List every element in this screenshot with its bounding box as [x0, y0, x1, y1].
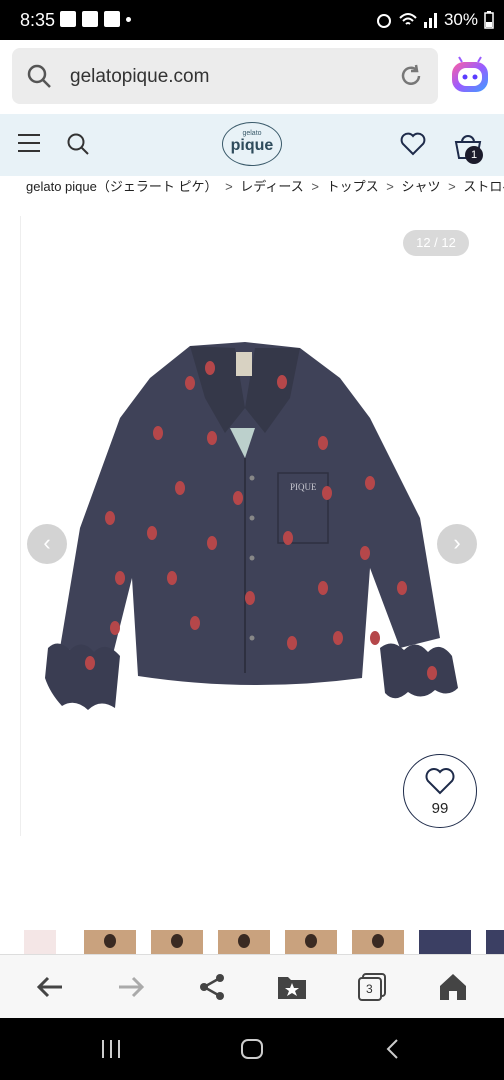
- breadcrumb-separator: >: [225, 179, 233, 194]
- thumbnail-item[interactable]: [352, 930, 404, 954]
- previous-image-button[interactable]: ‹: [27, 524, 67, 564]
- image-counter: 12 / 12: [403, 230, 469, 256]
- thumbnail-item[interactable]: [218, 930, 270, 954]
- forward-arrow-icon[interactable]: [115, 971, 147, 1003]
- svg-text:PIQUE: PIQUE: [290, 482, 317, 492]
- hamburger-menu-icon[interactable]: [18, 134, 40, 152]
- breadcrumb-separator: >: [386, 179, 394, 194]
- home-notification-icon: [82, 11, 98, 27]
- breadcrumb-item-current: ストロベ: [463, 179, 504, 194]
- thumbnail-item[interactable]: [84, 930, 136, 954]
- site-logo[interactable]: gelato pique: [222, 122, 282, 166]
- status-time: 8:35: [20, 10, 56, 30]
- like-count: 99: [431, 800, 449, 817]
- site-search-icon[interactable]: [66, 132, 90, 156]
- status-bar: 8:35 30%: [0, 0, 504, 40]
- signal-icon: [423, 13, 437, 28]
- breadcrumb-item-shirts[interactable]: シャツ: [401, 179, 440, 194]
- address-bar[interactable]: gelatopique.com: [12, 48, 438, 104]
- product-image-shirt: PIQUE: [45, 342, 458, 710]
- back-arrow-icon[interactable]: [34, 971, 66, 1003]
- thumbnail-item[interactable]: [419, 930, 471, 954]
- breadcrumb-item-ladies[interactable]: レディース: [240, 179, 303, 194]
- alarm-icon: [376, 14, 391, 28]
- thumbnail-item[interactable]: [151, 930, 203, 954]
- browser-bottom-nav: 3: [0, 954, 504, 1018]
- gallery-icon: [60, 11, 76, 27]
- wifi-icon: [399, 13, 417, 25]
- thumbnail-strip: [0, 926, 504, 954]
- back-button-icon[interactable]: [382, 1038, 404, 1060]
- battery-icon: [484, 11, 494, 29]
- breadcrumb: gelato pique（ジェラート ピケ） > レディース > トップス > …: [26, 176, 504, 200]
- cart-count-badge: 1: [465, 146, 483, 164]
- site-header: gelato pique: [0, 114, 504, 176]
- share-icon[interactable]: [196, 971, 228, 1003]
- thumbnail-item[interactable]: [285, 930, 337, 954]
- tabs-count: 3: [366, 982, 373, 996]
- like-button[interactable]: 99: [403, 754, 477, 828]
- thumbnail-item[interactable]: [24, 930, 56, 954]
- more-notifications-icon: [126, 17, 131, 22]
- home-button-icon[interactable]: [240, 1038, 264, 1060]
- favorites-heart-icon[interactable]: [400, 132, 426, 156]
- bookmarks-icon[interactable]: [276, 971, 308, 1003]
- thumbnail-item[interactable]: [486, 930, 504, 954]
- home-icon[interactable]: [437, 971, 469, 1003]
- breadcrumb-separator: >: [448, 179, 456, 194]
- breadcrumb-separator: >: [311, 179, 319, 194]
- reload-icon[interactable]: [398, 63, 424, 89]
- system-navigation-bar: [0, 1018, 504, 1080]
- news-icon: [104, 11, 120, 27]
- heart-icon: [425, 768, 455, 795]
- battery-percent: 30%: [443, 10, 478, 29]
- breadcrumb-item-tops[interactable]: トップス: [327, 179, 379, 194]
- recent-apps-icon[interactable]: [100, 1038, 122, 1060]
- next-image-button[interactable]: ›: [437, 524, 477, 564]
- notification-icons: [60, 11, 131, 27]
- breadcrumb-item-home[interactable]: gelato pique（ジェラート ピケ）: [26, 179, 217, 194]
- logo-main-text: pique: [230, 137, 274, 154]
- search-icon: [27, 64, 51, 88]
- status-right: 30%: [376, 10, 494, 30]
- assistant-icon[interactable]: [448, 54, 492, 98]
- url-text[interactable]: gelatopique.com: [70, 66, 209, 88]
- browser-toolbar: gelatopique.com: [0, 40, 504, 114]
